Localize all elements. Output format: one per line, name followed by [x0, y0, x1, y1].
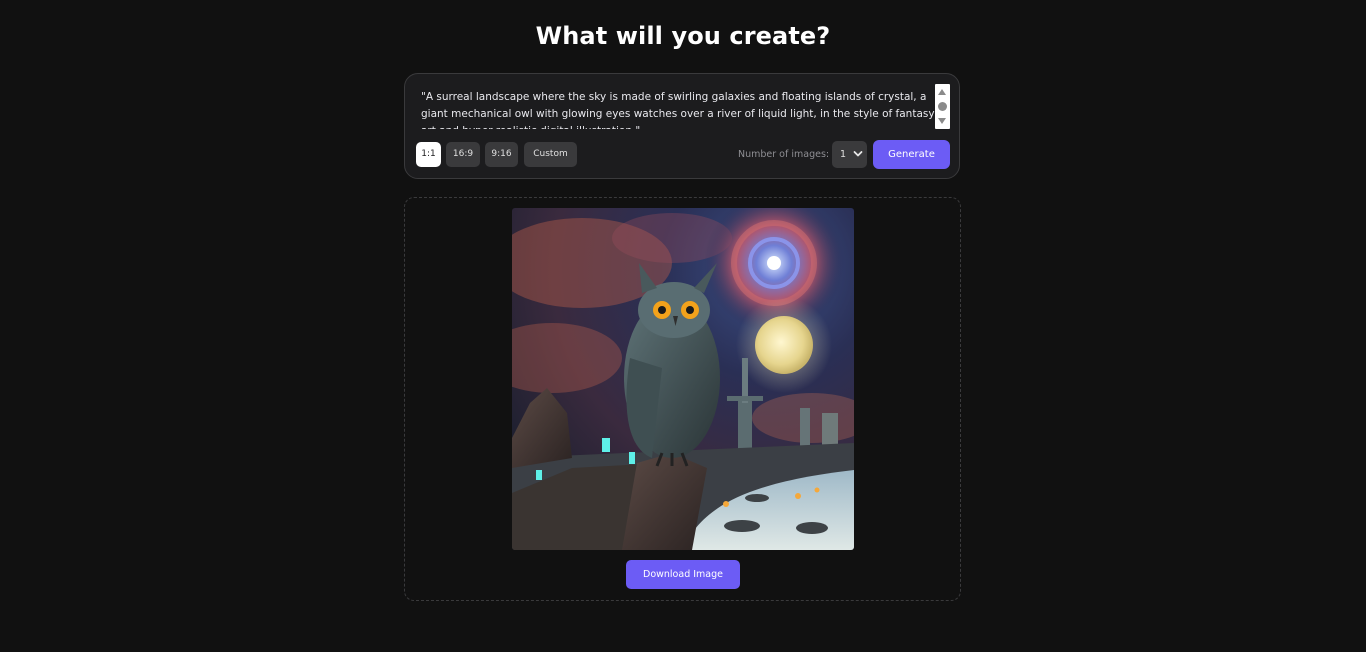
aspect-ratio-custom-button[interactable]: Custom: [524, 142, 577, 167]
scroll-thumb[interactable]: [938, 102, 947, 111]
prompt-scrollbar[interactable]: [935, 84, 950, 129]
scroll-up-arrow-icon[interactable]: [938, 89, 946, 95]
prompt-text: "A surreal landscape where the sky is ma…: [421, 91, 935, 129]
page: What will you create? "A surreal landsca…: [0, 0, 1366, 652]
number-of-images-value: 1: [840, 149, 847, 160]
page-title: What will you create?: [535, 22, 831, 50]
aspect-ratio-1-1-button[interactable]: 1:1: [416, 142, 441, 167]
scroll-down-arrow-icon[interactable]: [938, 118, 946, 124]
generated-image: [512, 208, 854, 550]
aspect-ratio-9-16-button[interactable]: 9:16: [485, 142, 518, 167]
generate-button[interactable]: Generate: [873, 140, 950, 169]
prompt-textarea[interactable]: "A surreal landscape where the sky is ma…: [421, 89, 935, 129]
number-of-images-select[interactable]: 1: [832, 141, 867, 168]
owl-galaxy-illustration: [512, 208, 854, 550]
chevron-down-icon: [853, 151, 863, 157]
download-image-button[interactable]: Download Image: [626, 560, 740, 589]
result-panel: Download Image: [404, 197, 961, 601]
aspect-ratio-16-9-button[interactable]: 16:9: [446, 142, 480, 167]
prompt-card: "A surreal landscape where the sky is ma…: [404, 73, 960, 179]
number-of-images-label: Number of images:: [738, 149, 830, 160]
